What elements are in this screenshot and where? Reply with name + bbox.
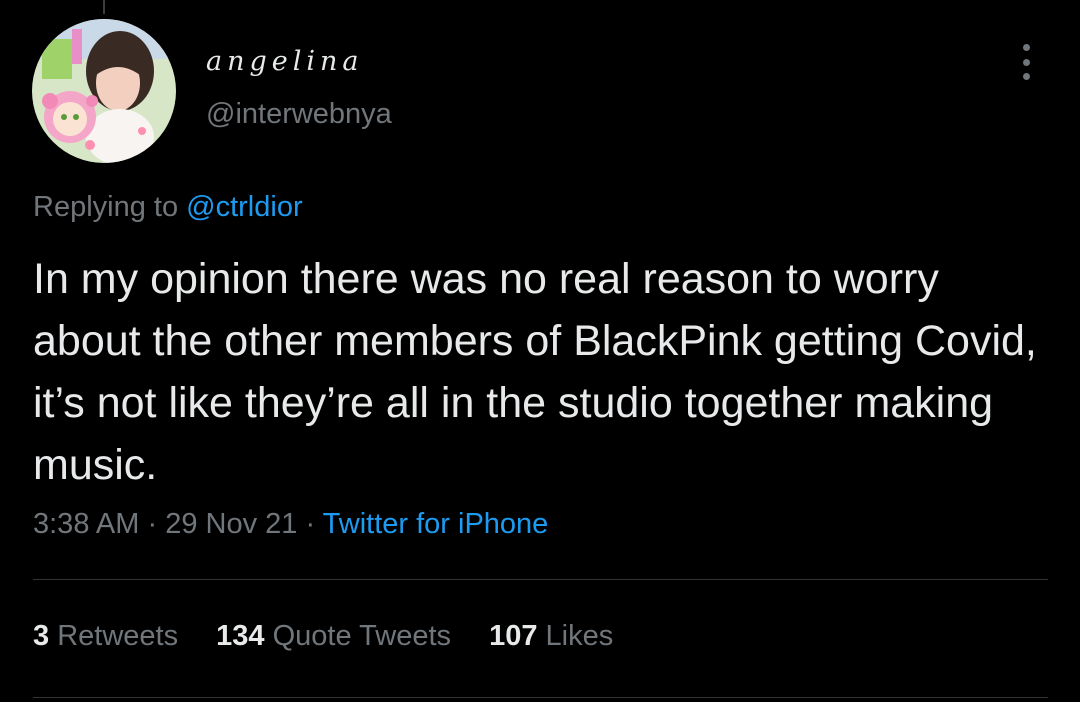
tweet-text: In my opinion there was no real reason t… (33, 255, 1037, 489)
user-handle[interactable]: @interwebnya (206, 100, 392, 129)
retweets-stat[interactable]: 3 Retweets (33, 622, 178, 651)
quote-tweets-label: Quote Tweets (272, 620, 452, 652)
divider (33, 579, 1048, 580)
tweet-source-link[interactable]: Twitter for iPhone (323, 508, 549, 540)
avatar[interactable] (32, 19, 176, 163)
more-dot (1022, 58, 1030, 66)
tweet-stats: 3 Retweets 134 Quote Tweets 107 Likes (33, 622, 643, 651)
divider (33, 697, 1048, 698)
likes-count: 107 (489, 620, 538, 652)
more-dot (1022, 44, 1030, 51)
quote-tweets-count: 134 (216, 620, 265, 652)
retweets-count: 3 (33, 620, 50, 652)
tweet-detail: angelina @interwebnya Replying to @ctrld… (0, 0, 1080, 702)
replying-to: Replying to @ctrldior (33, 193, 303, 222)
tweet-meta: 3:38 AM · 29 Nov 21 · Twitter for iPhone (33, 510, 548, 539)
meta-separator: · (139, 508, 166, 540)
reply-mention-link[interactable]: @ctrldior (186, 191, 302, 223)
quote-tweets-stat[interactable]: 134 Quote Tweets (216, 622, 451, 651)
tweet-date[interactable]: 29 Nov 21 (165, 508, 297, 540)
retweets-label: Retweets (57, 620, 179, 652)
tweet-time[interactable]: 3:38 AM (33, 508, 139, 540)
more-vertical-icon[interactable] (1012, 40, 1040, 84)
meta-separator: · (297, 508, 323, 540)
likes-stat[interactable]: 107 Likes (489, 622, 613, 651)
thread-line (103, 0, 105, 14)
replying-to-label: Replying to (33, 191, 179, 223)
likes-label: Likes (545, 620, 614, 652)
display-name[interactable]: angelina (206, 48, 364, 75)
more-dot (1022, 73, 1030, 80)
